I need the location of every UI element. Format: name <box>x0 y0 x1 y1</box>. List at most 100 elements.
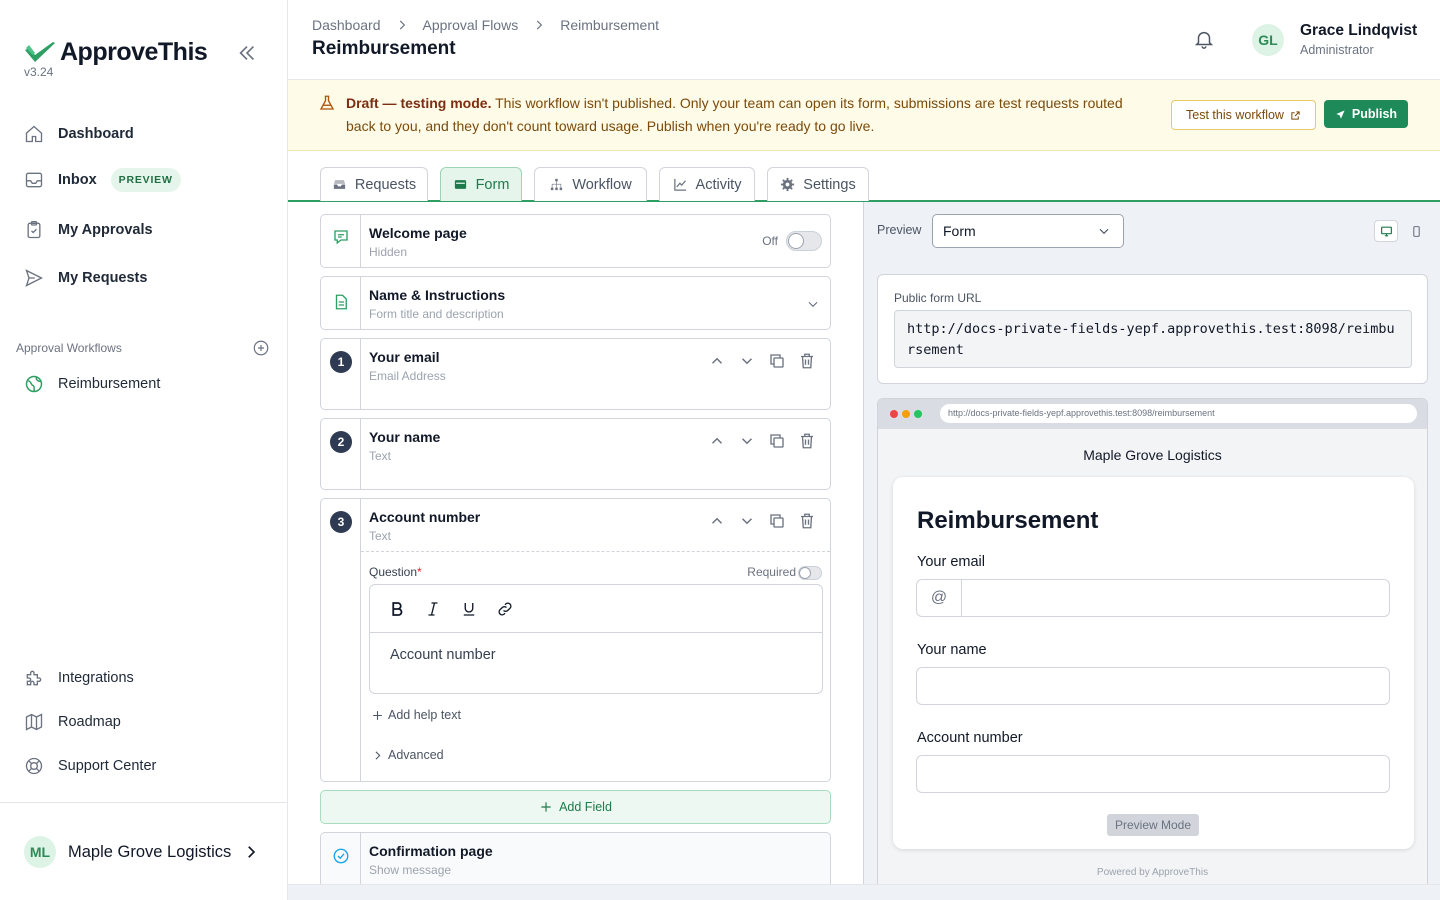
app-logo[interactable]: ApproveThis <box>24 38 208 67</box>
external-link-icon <box>1291 110 1300 120</box>
draft-banner-strong: Draft — testing mode. <box>346 95 492 111</box>
preview-email-input[interactable]: @ <box>916 579 1390 617</box>
sidebar-item-my-approvals[interactable]: My Approvals <box>24 220 153 240</box>
preview-name-input[interactable] <box>916 667 1390 705</box>
field-card-your-name[interactable]: 2 Your name Text <box>320 418 831 490</box>
card-title: Account number <box>369 509 481 525</box>
chevron-right-icon <box>248 846 256 858</box>
card-gutter <box>321 339 361 409</box>
breadcrumb-dashboard[interactable]: Dashboard <box>312 17 381 33</box>
chevron-up-icon[interactable] <box>708 432 726 450</box>
user-avatar[interactable]: GL <box>1252 24 1284 56</box>
tab-settings[interactable]: Settings <box>767 167 869 201</box>
link-icon[interactable] <box>496 600 514 618</box>
question-editor: Account number <box>369 584 823 694</box>
field-card-account-number[interactable]: 3 Account number Text Question* Required… <box>320 498 831 782</box>
copy-icon[interactable] <box>768 352 786 370</box>
tab-label: Form <box>475 176 510 193</box>
confirmation-page-card[interactable]: Confirmation page Show message <box>320 832 831 884</box>
copy-icon[interactable] <box>768 512 786 530</box>
field-card-your-email[interactable]: 1 Your email Email Address <box>320 338 831 410</box>
preview-mode-select[interactable]: Form <box>932 214 1124 248</box>
desktop-icon <box>1380 226 1392 236</box>
sidebar-item-integrations[interactable]: Integrations <box>24 668 134 688</box>
rocket-icon <box>1336 109 1345 119</box>
send-icon <box>25 269 43 287</box>
add-help-text-link[interactable]: Add help text <box>371 708 461 722</box>
collapse-sidebar-icon[interactable] <box>236 42 258 64</box>
card-title: Name & Instructions <box>369 287 506 303</box>
question-text[interactable]: Account number <box>370 633 822 677</box>
powered-by: Powered by ApproveThis <box>1096 867 1209 878</box>
field-actions <box>708 352 816 370</box>
browser-url: http://docs-private-fields-yepf.approvet… <box>940 404 1417 423</box>
card-gutter <box>321 419 361 489</box>
trash-icon[interactable] <box>798 432 816 450</box>
tab-activity[interactable]: Activity <box>659 167 755 201</box>
sidebar-item-roadmap[interactable]: Roadmap <box>24 712 121 732</box>
flask-icon <box>319 95 335 110</box>
sidebar-item-support-center[interactable]: Support Center <box>24 756 156 776</box>
tab-workflow[interactable]: Workflow <box>534 167 647 201</box>
required-label: Required <box>747 565 796 579</box>
add-field-label: Add Field <box>559 800 612 814</box>
welcome-page-card[interactable]: Welcome page Hidden Off <box>320 214 831 268</box>
maximize-dot <box>914 410 922 418</box>
preview-account-input[interactable] <box>916 755 1390 793</box>
chevron-up-icon[interactable] <box>708 352 726 370</box>
close-dot <box>890 410 898 418</box>
chevron-down-icon[interactable] <box>738 512 756 530</box>
card-subtitle: Show message <box>369 863 452 877</box>
tab-requests[interactable]: Requests <box>320 167 428 201</box>
tab-label: Workflow <box>572 176 632 193</box>
desktop-view-button[interactable] <box>1374 220 1398 242</box>
required-toggle[interactable] <box>798 566 822 580</box>
preview-badge: PREVIEW <box>110 168 181 192</box>
preview-form-title: Reimbursement <box>917 507 1099 534</box>
logo-check-icon <box>25 41 55 62</box>
preview-mode-value: Form <box>943 223 976 239</box>
map-icon <box>25 713 43 731</box>
copy-icon[interactable] <box>768 432 786 450</box>
preview-label-email: Your email <box>917 554 985 570</box>
chevron-down-icon[interactable] <box>738 432 756 450</box>
field-number: 3 <box>330 511 352 533</box>
globe-icon <box>25 375 43 393</box>
test-workflow-label: Test this workflow <box>1186 108 1284 122</box>
sidebar-item-dashboard[interactable]: Dashboard <box>24 124 134 144</box>
trash-icon[interactable] <box>798 512 816 530</box>
add-field-button[interactable]: Add Field <box>320 790 831 824</box>
public-url-field[interactable]: http://docs-private-fields-yepf.approvet… <box>894 310 1412 368</box>
breadcrumb-approval-flows[interactable]: Approval Flows <box>423 17 519 33</box>
underline-icon[interactable] <box>460 600 478 618</box>
chevron-up-icon[interactable] <box>708 512 726 530</box>
bold-icon[interactable] <box>388 600 406 618</box>
trash-icon[interactable] <box>798 352 816 370</box>
draft-banner: Draft — testing mode. This workflow isn'… <box>288 80 1440 151</box>
test-workflow-button[interactable]: Test this workflow <box>1171 100 1316 130</box>
sidebar-item-label: Integrations <box>58 670 134 686</box>
mobile-view-button[interactable] <box>1404 220 1428 242</box>
name-instructions-card[interactable]: Name & Instructions Form title and descr… <box>320 276 831 330</box>
tab-label: Activity <box>695 176 742 193</box>
publish-button[interactable]: Publish <box>1324 100 1408 128</box>
add-help-text-label: Add help text <box>388 708 461 722</box>
italic-icon[interactable] <box>424 600 442 618</box>
sidebar-item-inbox[interactable]: Inbox PREVIEW <box>24 168 181 192</box>
sidebar-workflow-reimbursement[interactable]: Reimbursement <box>24 374 160 394</box>
sidebar-item-my-requests[interactable]: My Requests <box>24 268 147 288</box>
organization-switcher[interactable]: ML Maple Grove Logistics <box>0 802 287 900</box>
advanced-toggle[interactable]: Advanced <box>371 748 444 762</box>
card-subtitle: Hidden <box>369 245 408 259</box>
chart-line-icon <box>673 178 686 191</box>
chevron-down-icon[interactable] <box>806 297 820 311</box>
tab-label: Requests <box>354 176 417 193</box>
sitemap-icon <box>551 178 563 191</box>
welcome-page-toggle[interactable] <box>786 231 822 251</box>
field-number: 1 <box>330 351 352 373</box>
app-version: v3.24 <box>24 65 54 79</box>
add-workflow-icon[interactable] <box>252 339 270 357</box>
bell-icon[interactable] <box>1193 28 1215 50</box>
tab-form[interactable]: Form <box>440 167 522 201</box>
chevron-down-icon[interactable] <box>738 352 756 370</box>
